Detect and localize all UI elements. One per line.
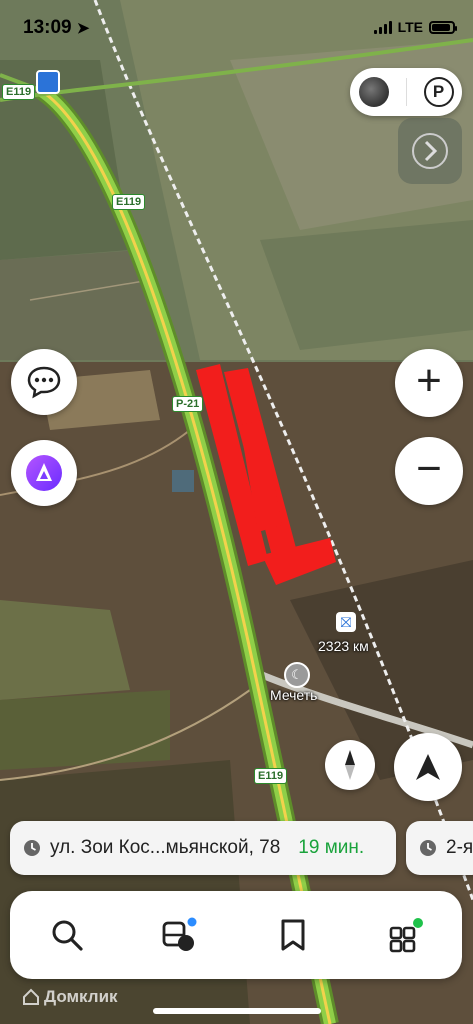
signal-icon [373, 20, 392, 34]
transport-button[interactable] [150, 905, 210, 965]
network-label: LTE [397, 19, 423, 35]
mosque-label: Мечеть [270, 687, 318, 703]
route-eta: 19 мин. [298, 837, 365, 858]
route-address: ул. Зои Кос...мьянской, 78 [50, 837, 281, 858]
chat-bubble-icon [27, 366, 61, 399]
search-button[interactable] [37, 905, 97, 965]
status-time: 13:09 ➤ [23, 17, 90, 38]
compass-icon [345, 750, 355, 780]
road-label-e119-bottom: E119 [254, 768, 288, 784]
zoom-out-button[interactable]: − [395, 437, 463, 505]
location-button[interactable] [394, 733, 462, 801]
parking-icon[interactable]: P [423, 77, 454, 107]
top-controls: P [350, 68, 462, 116]
navigation-arrow-icon [416, 754, 440, 780]
zoom-in-button[interactable]: + [395, 349, 463, 417]
road-label-p21: P-21 [172, 396, 204, 412]
station-marker[interactable] [36, 70, 60, 94]
bottom-navigation [10, 891, 462, 979]
route-card-1[interactable]: ул. Зои Кос...мьянской, 78 19 мин. [10, 821, 396, 875]
battery-icon [429, 20, 457, 34]
layers-circle-icon[interactable] [358, 77, 389, 107]
route-address: 2-я [446, 837, 473, 858]
home-indicator[interactable] [153, 1008, 321, 1014]
road-label-e119: E119 [112, 194, 146, 210]
chat-button[interactable] [11, 349, 77, 415]
services-button[interactable] [376, 905, 436, 965]
compass-button[interactable] [325, 740, 375, 790]
alice-button[interactable] [11, 440, 77, 506]
route-arrow-button[interactable] [398, 118, 462, 184]
domclick-logo-icon [23, 988, 39, 1005]
mosque-icon[interactable]: ☾ [284, 662, 310, 688]
km-marker-icon[interactable]: ⛝ [336, 612, 356, 632]
road-label-e119-top: E119 [2, 84, 36, 100]
chevron-right-icon [412, 133, 448, 169]
clock-icon [24, 840, 40, 856]
status-bar: 13:09 ➤ LTE [0, 0, 473, 58]
route-card-2[interactable]: 2-я [406, 821, 473, 875]
services-grid-icon [389, 918, 423, 953]
search-icon [52, 920, 83, 951]
km-post-label: 2323 км [318, 638, 369, 654]
transport-icon [162, 917, 196, 951]
bookmark-icon [281, 919, 304, 951]
alice-assistant-icon [26, 455, 62, 491]
clock-icon [420, 840, 436, 856]
domclick-watermark: Домклик [22, 987, 118, 1007]
bookmarks-button[interactable] [263, 905, 323, 965]
